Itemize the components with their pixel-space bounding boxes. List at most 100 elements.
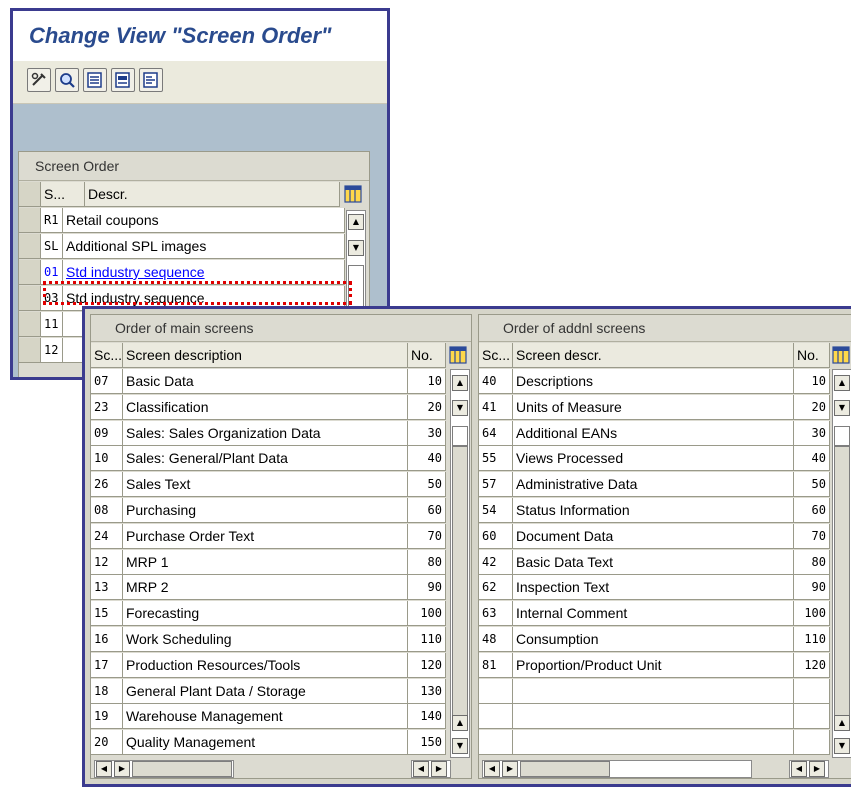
screen-description-cell[interactable]: Work Scheduling — [123, 627, 408, 652]
screen-code-cell[interactable] — [479, 704, 513, 729]
scroll-page-down-button[interactable]: ▼ — [452, 738, 468, 754]
screen-description-cell[interactable]: Purchasing — [123, 498, 408, 523]
screen-code-cell[interactable]: 09 — [91, 421, 123, 446]
screen-code-cell[interactable]: 10 — [91, 446, 123, 471]
number-cell[interactable]: 10 — [794, 369, 830, 394]
scroll-right-button[interactable]: ▶ — [502, 761, 518, 777]
screen-code-cell[interactable]: 24 — [91, 524, 123, 549]
screen-code-cell[interactable]: 15 — [91, 601, 123, 626]
column-header-screen-code[interactable]: Sc... — [479, 343, 513, 368]
number-cell[interactable]: 10 — [408, 369, 446, 394]
column-header-number[interactable]: No. — [794, 343, 830, 368]
scroll-page-up-button[interactable]: ▲ — [834, 715, 850, 731]
screen-code-cell[interactable]: 19 — [91, 704, 123, 729]
scroll-right-button[interactable]: ▶ — [114, 761, 130, 777]
addnl-horizontal-scrollbar[interactable]: ◀ ▶ — [482, 760, 752, 778]
row-selector[interactable] — [19, 338, 41, 363]
screen-description-cell[interactable]: Views Processed — [513, 446, 794, 471]
table-settings-icon[interactable] — [449, 346, 467, 364]
table-row[interactable]: 09 Sales: Sales Organization Data 30 — [91, 421, 446, 447]
search-button[interactable] — [55, 68, 79, 92]
number-cell[interactable]: 130 — [408, 679, 446, 704]
scroll-page-up-button[interactable]: ▲ — [452, 715, 468, 731]
row-selector[interactable] — [19, 234, 41, 259]
addnl-column-scrollbar[interactable]: ◀ ▶ — [789, 760, 829, 778]
row-selector[interactable] — [19, 260, 41, 285]
column-header-number[interactable]: No. — [408, 343, 446, 368]
addnl-screens-vertical-scrollbar[interactable]: ▲ ▼ ▲ ▼ — [832, 369, 851, 758]
screen-description-cell[interactable]: Additional EANs — [513, 421, 794, 446]
screen-description-cell[interactable]: Administrative Data — [513, 472, 794, 497]
screen-description-cell[interactable]: Forecasting — [123, 601, 408, 626]
number-cell[interactable]: 30 — [408, 421, 446, 446]
number-cell[interactable]: 50 — [408, 472, 446, 497]
screen-code-cell[interactable]: 64 — [479, 421, 513, 446]
screen-description-cell[interactable]: Sales: Sales Organization Data — [123, 421, 408, 446]
scroll-right-button[interactable]: ▶ — [431, 761, 447, 777]
number-cell[interactable] — [794, 679, 830, 704]
number-cell[interactable] — [794, 730, 830, 755]
screen-code-cell[interactable]: 48 — [479, 627, 513, 652]
screen-code-cell[interactable]: 60 — [479, 524, 513, 549]
screen-code-cell[interactable] — [479, 730, 513, 755]
screen-description-cell[interactable]: Descriptions — [513, 369, 794, 394]
table-settings-icon[interactable] — [344, 185, 362, 203]
table-row[interactable]: 26 Sales Text 50 — [91, 472, 446, 498]
scroll-thumb[interactable] — [520, 761, 610, 777]
screen-code-cell[interactable]: 17 — [91, 653, 123, 678]
table-row[interactable]: 07 Basic Data 10 — [91, 369, 446, 395]
screen-description-cell[interactable]: Sales: General/Plant Data — [123, 446, 408, 471]
screen-description-cell[interactable]: Quality Management — [123, 730, 408, 755]
scroll-right-button[interactable]: ▶ — [809, 761, 825, 777]
table-row[interactable]: 62 Inspection Text 90 — [479, 575, 830, 601]
scroll-up-button[interactable]: ▲ — [834, 375, 850, 391]
screen-description-cell[interactable]: Basic Data — [123, 369, 408, 394]
scroll-track[interactable] — [834, 446, 850, 716]
table-row[interactable] — [479, 730, 830, 756]
number-cell[interactable]: 70 — [794, 524, 830, 549]
screen-code-cell[interactable]: 81 — [479, 653, 513, 678]
screen-description-cell[interactable]: Production Resources/Tools — [123, 653, 408, 678]
display-change-button[interactable] — [27, 68, 51, 92]
number-cell[interactable]: 80 — [408, 550, 446, 575]
main-column-scrollbar[interactable]: ◀ ▶ — [411, 760, 451, 778]
number-cell[interactable]: 100 — [408, 601, 446, 626]
scroll-down-button[interactable]: ▼ — [452, 400, 468, 416]
scroll-left-button[interactable]: ◀ — [791, 761, 807, 777]
screen-description-cell[interactable]: Consumption — [513, 627, 794, 652]
scroll-up-button[interactable]: ▲ — [348, 214, 364, 230]
table-row[interactable]: 19 Warehouse Management 140 — [91, 704, 446, 730]
table-row[interactable]: 10 Sales: General/Plant Data 40 — [91, 446, 446, 472]
screen-code-cell[interactable]: 16 — [91, 627, 123, 652]
descr-cell[interactable]: Retail coupons — [63, 208, 345, 233]
scroll-track[interactable] — [452, 446, 468, 716]
scroll-left-button[interactable]: ◀ — [484, 761, 500, 777]
number-cell[interactable]: 40 — [794, 446, 830, 471]
number-cell[interactable]: 90 — [794, 575, 830, 600]
table-row[interactable]: 57 Administrative Data 50 — [479, 472, 830, 498]
table-row[interactable]: 24 Purchase Order Text 70 — [91, 524, 446, 550]
screen-code-cell[interactable]: 54 — [479, 498, 513, 523]
number-cell[interactable]: 110 — [794, 627, 830, 652]
number-cell[interactable]: 100 — [794, 601, 830, 626]
number-cell[interactable]: 110 — [408, 627, 446, 652]
table-row[interactable]: 15 Forecasting 100 — [91, 601, 446, 627]
table-row[interactable]: R1 Retail coupons — [19, 208, 345, 234]
column-header-screen-seq[interactable]: S... — [41, 182, 85, 207]
table-row[interactable]: 81 Proportion/Product Unit 120 — [479, 653, 830, 679]
scroll-left-button[interactable]: ◀ — [413, 761, 429, 777]
scroll-down-button[interactable]: ▼ — [834, 400, 850, 416]
screen-code-cell[interactable]: 62 — [479, 575, 513, 600]
screen-code-cell[interactable]: 26 — [91, 472, 123, 497]
screen-description-cell[interactable]: Proportion/Product Unit — [513, 653, 794, 678]
number-cell[interactable]: 80 — [794, 550, 830, 575]
screen-description-cell[interactable]: General Plant Data / Storage — [123, 679, 408, 704]
table-row[interactable]: 13 MRP 2 90 — [91, 575, 446, 601]
screen-code-cell[interactable]: 40 — [479, 369, 513, 394]
screen-code-cell[interactable]: 13 — [91, 575, 123, 600]
descr-cell[interactable]: Additional SPL images — [63, 234, 345, 259]
screen-description-cell[interactable]: Document Data — [513, 524, 794, 549]
column-header-screen-descr[interactable]: Screen descr. — [513, 343, 794, 368]
column-header-screen-description[interactable]: Screen description — [123, 343, 408, 368]
screen-code-cell[interactable]: 41 — [479, 395, 513, 420]
